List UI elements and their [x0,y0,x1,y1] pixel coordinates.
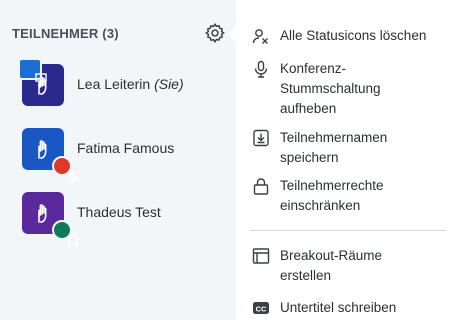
avatar [18,58,64,106]
closed-captions-icon: CC [253,302,269,314]
avatar [22,128,79,182]
svg-text:CC: CC [256,304,267,313]
participant-name: Fatima Famous [77,140,175,156]
download-icon [253,129,269,147]
menu-caret [228,26,236,42]
self-suffix: (Sie) [154,76,184,92]
microphone-icon [254,60,268,78]
clear-status-icon [252,29,268,44]
rooms-icon [252,248,270,264]
menu-item-label: Alle Statusicons löschen [280,28,427,43]
participant-row[interactable]: Lea Leiterin (Sie) [0,58,236,120]
headphones-icon [67,234,79,245]
menu-item-label: Teilnehmernamen speichern [280,130,388,165]
menu-item-label: Teilnehmerrechte einschränken [280,178,384,213]
participant-name: Lea Leiterin (Sie) [77,76,184,92]
participant-row[interactable]: Fatima Famous [0,128,236,184]
menu-item-label: Konferenz-Stummschaltung aufheben [280,61,381,116]
menu-item-label: Untertitel schreiben [280,300,397,315]
presenter-badge [18,58,47,86]
presentation-icon [35,73,47,86]
lock-icon [253,178,269,195]
participant-row[interactable]: Thadeus Test [0,192,236,248]
participants-options-menu: Alle Statusicons löschen Konferenz-Stumm… [228,0,452,320]
hand-icon [38,204,47,223]
participant-name: Thadeus Test [77,204,161,220]
menu-separator [250,230,446,231]
participants-panel: TEILNEHMER (3) Lea Leiterin (Sie) Fatima… [0,0,236,320]
menu-item-label: Breakout-Räume erstellen [280,248,383,283]
listen-only-badge [52,220,79,245]
avatar [22,192,79,245]
muted-badge [52,156,79,182]
gear-icon[interactable] [204,22,226,44]
muted-microphone-icon [67,170,79,182]
participants-title: TEILNEHMER (3) [12,26,119,41]
hand-icon [38,140,47,159]
